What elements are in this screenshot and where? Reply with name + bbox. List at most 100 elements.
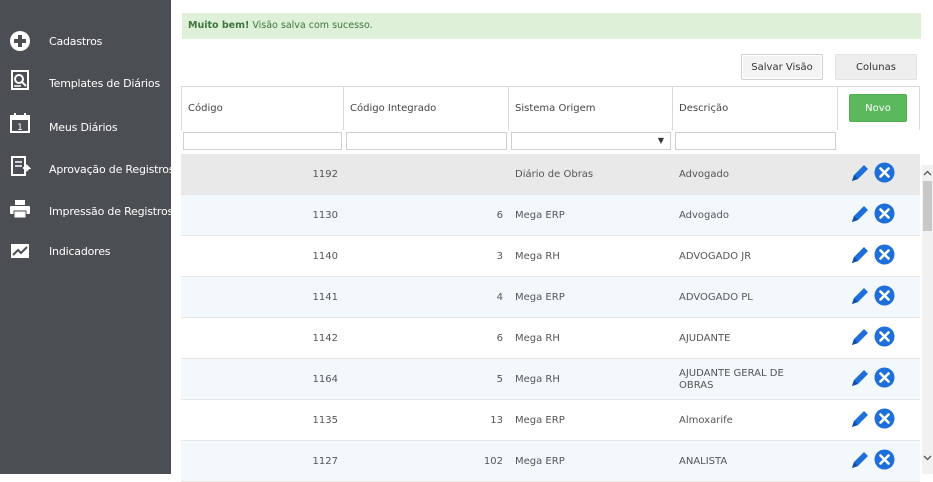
- row-actions: [849, 277, 895, 318]
- scroll-up-icon[interactable]: [922, 167, 933, 179]
- cell-sistema-origem: Mega RH: [515, 373, 560, 385]
- edit-pencil-icon[interactable]: [849, 244, 871, 270]
- cell-codigo-integrado: 3: [496, 251, 503, 262]
- scroll-down-icon[interactable]: [922, 452, 933, 464]
- printer-icon: [9, 198, 31, 220]
- cell-codigo: 1192: [312, 169, 338, 180]
- main-content: Muito bem! Visão salva com sucesso. Salv…: [171, 0, 933, 482]
- edit-pencil-icon[interactable]: [849, 408, 871, 434]
- delete-x-icon[interactable]: [874, 326, 895, 351]
- edit-pencil-icon[interactable]: [849, 449, 871, 475]
- chart-icon: [9, 240, 31, 262]
- alert-strong: Muito bem!: [188, 20, 250, 31]
- table-row[interactable]: 1192 Diário de Obras Advogado: [181, 154, 920, 195]
- cell-codigo: 1142: [312, 333, 338, 344]
- sidebar-item-templates-de-diarios[interactable]: Templates de Diários: [0, 64, 171, 98]
- row-actions: [849, 154, 895, 195]
- edit-pencil-icon[interactable]: [849, 326, 871, 352]
- edit-pencil-icon[interactable]: [849, 203, 871, 229]
- cell-sistema-origem: Mega ERP: [515, 291, 565, 303]
- filter-sistema-origem-select[interactable]: ▼: [511, 132, 671, 150]
- row-actions: [849, 195, 895, 236]
- document-search-icon: [9, 69, 31, 91]
- table-row[interactable]: 1127 102 Mega ERP ANALISTA: [181, 441, 920, 482]
- delete-x-icon[interactable]: [874, 244, 895, 269]
- table-row[interactable]: 1142 6 Mega RH AJUDANTE: [181, 318, 920, 359]
- cell-sistema-origem: Mega ERP: [515, 455, 565, 467]
- sidebar-item-label: Aprovação de Registros: [49, 163, 175, 176]
- cell-codigo: 1135: [312, 415, 338, 426]
- sidebar-item-impressao-de-registros[interactable]: Impressão de Registros: [0, 192, 174, 226]
- row-actions: [849, 359, 895, 400]
- table-row[interactable]: 1130 6 Mega ERP Advogado: [181, 195, 920, 236]
- sidebar-item-label: Indicadores: [49, 245, 111, 258]
- cell-sistema-origem: Diário de Obras: [515, 168, 594, 180]
- data-grid: Código Código Integrado Sistema Origem D…: [181, 86, 920, 482]
- sidebar-item-label: Meus Diários: [49, 121, 118, 134]
- caret-down-icon: ▼: [657, 136, 664, 145]
- cell-descricao: ADVOGADO JR: [679, 250, 752, 262]
- cell-sistema-origem: Mega RH: [515, 250, 560, 262]
- cell-codigo-integrado: 5: [496, 374, 503, 385]
- column-header-codigo[interactable]: Código: [181, 86, 344, 130]
- cell-descricao: AJUDANTE: [679, 332, 731, 344]
- sidebar-item-label: Impressão de Registros: [49, 205, 174, 218]
- save-view-button[interactable]: Salvar Visão: [741, 54, 823, 80]
- cell-codigo: 1127: [312, 456, 338, 467]
- cell-codigo: 1164: [312, 374, 338, 385]
- delete-x-icon[interactable]: [874, 367, 895, 392]
- sidebar-item-meus-diarios[interactable]: 1 Meus Diários: [0, 108, 171, 142]
- cell-codigo-integrado: 102: [483, 456, 503, 467]
- delete-x-icon[interactable]: [874, 408, 895, 433]
- sidebar-item-label: Cadastros: [49, 35, 103, 48]
- table-row[interactable]: 1164 5 Mega RH AJUDANTE GERAL DE OBRAS: [181, 359, 920, 400]
- column-header-sistema-origem[interactable]: Sistema Origem: [509, 86, 673, 130]
- vertical-scrollbar[interactable]: [922, 165, 933, 474]
- cell-codigo: 1140: [312, 251, 338, 262]
- sidebar-item-aprovacao-de-registros[interactable]: Aprovação de Registros: [0, 150, 175, 184]
- column-header-codigo-integrado[interactable]: Código Integrado: [344, 86, 509, 130]
- success-alert: Muito bem! Visão salva com sucesso.: [182, 13, 921, 39]
- table-row[interactable]: 1135 13 Mega ERP Almoxarife: [181, 400, 920, 441]
- cell-descricao: Almoxarife: [679, 414, 733, 426]
- filter-codigo-input[interactable]: [183, 132, 342, 150]
- sidebar-item-indicadores[interactable]: Indicadores: [0, 236, 171, 266]
- cell-descricao: AJUDANTE GERAL DE OBRAS: [679, 367, 784, 391]
- edit-pencil-icon[interactable]: [849, 162, 871, 188]
- filter-descricao-input[interactable]: [675, 132, 836, 150]
- cell-descricao: ADVOGADO PL: [679, 291, 753, 303]
- cell-sistema-origem: Mega ERP: [515, 209, 565, 221]
- delete-x-icon[interactable]: [874, 162, 895, 187]
- sidebar-item-cadastros[interactable]: Cadastros: [0, 24, 171, 58]
- approval-document-icon: [9, 155, 31, 177]
- calendar-icon: 1: [9, 112, 31, 134]
- table-row[interactable]: 1141 4 Mega ERP ADVOGADO PL: [181, 277, 920, 318]
- table-row[interactable]: 1140 3 Mega RH ADVOGADO JR: [181, 236, 920, 277]
- row-actions: [849, 236, 895, 277]
- cell-codigo-integrado: 13: [490, 415, 503, 426]
- column-header-actions: Novo: [838, 86, 920, 130]
- delete-x-icon[interactable]: [874, 449, 895, 474]
- row-actions: [849, 318, 895, 359]
- alert-message: Visão salva com sucesso.: [249, 20, 373, 31]
- scrollbar-thumb[interactable]: [923, 181, 932, 231]
- edit-pencil-icon[interactable]: [849, 285, 871, 311]
- sidebar: Cadastros Templates de Diários 1 Meus Di…: [0, 0, 175, 474]
- plus-circle-icon: [9, 30, 31, 52]
- cell-descricao: Advogado: [679, 168, 729, 180]
- delete-x-icon[interactable]: [874, 203, 895, 228]
- cell-codigo: 1130: [312, 210, 338, 221]
- filter-codigo-integrado-input[interactable]: [346, 132, 507, 150]
- edit-pencil-icon[interactable]: [849, 367, 871, 393]
- column-header-descricao[interactable]: Descrição: [673, 86, 838, 130]
- cell-codigo-integrado: [344, 154, 509, 195]
- new-button[interactable]: Novo: [849, 94, 907, 122]
- columns-button[interactable]: Colunas: [835, 54, 917, 80]
- svg-text:1: 1: [17, 123, 23, 133]
- row-actions: [849, 400, 895, 441]
- cell-codigo-integrado: 6: [496, 210, 503, 221]
- cell-sistema-origem: Mega RH: [515, 332, 560, 344]
- cell-codigo-integrado: 6: [496, 333, 503, 344]
- delete-x-icon[interactable]: [874, 285, 895, 310]
- row-actions: [849, 441, 895, 482]
